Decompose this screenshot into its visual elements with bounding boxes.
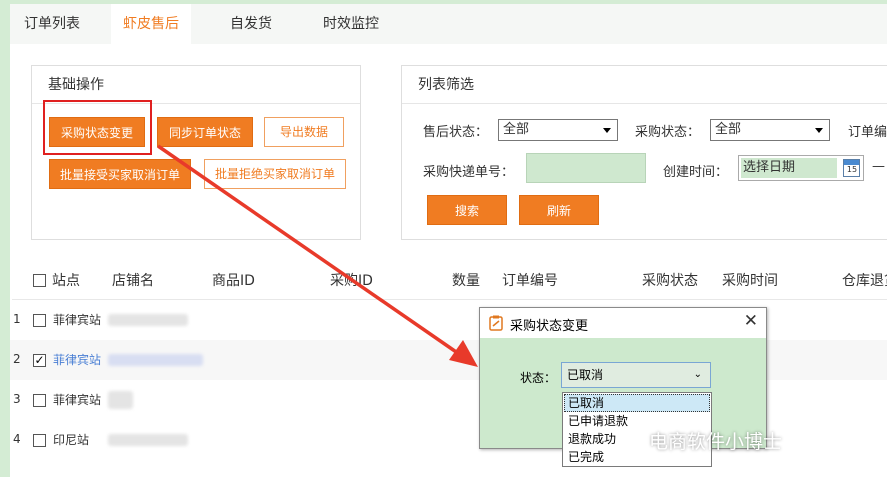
status-select[interactable]: 已取消 ⌄ xyxy=(561,362,711,388)
clipboard-icon xyxy=(489,315,503,331)
status-label: 状态： xyxy=(520,371,557,385)
dialog-header: 采购状态变更 ✕ xyxy=(480,308,766,338)
status-option[interactable]: 已取消 xyxy=(564,394,710,412)
dialog-title: 采购状态变更 xyxy=(510,319,589,334)
status-select-value: 已取消 xyxy=(567,368,604,382)
close-icon[interactable]: ✕ xyxy=(744,311,758,331)
watermark-text: 电商软件小博士 xyxy=(649,431,783,453)
chevron-down-icon: ⌄ xyxy=(693,369,702,380)
wechat-icon xyxy=(623,427,647,448)
